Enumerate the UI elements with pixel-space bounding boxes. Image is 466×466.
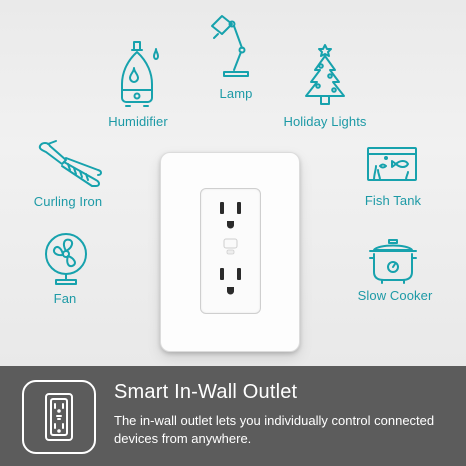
device-label-fan: Fan [53, 291, 77, 306]
fan-icon [42, 232, 90, 286]
outlet-sockets [220, 202, 241, 295]
socket-top-ground [227, 221, 234, 229]
device-label-holiday-lights: Holiday Lights [283, 114, 367, 129]
socket-top-left-slot [220, 202, 224, 214]
control-button [223, 238, 238, 249]
device-label-slow-cooker: Slow Cooker [357, 288, 433, 303]
christmas-tree-icon [302, 44, 348, 106]
banner-description: The in-wall outlet lets you individually… [114, 413, 435, 446]
lamp-icon [208, 14, 258, 78]
curling-iron-icon [36, 140, 106, 190]
outlet-icon [22, 380, 96, 454]
fish-tank-icon [366, 146, 418, 184]
socket-bottom-left-slot [220, 268, 224, 280]
device-label-humidifier: Humidifier [108, 114, 168, 129]
socket-bottom-right-slot [237, 268, 241, 280]
socket-bottom-ground [227, 287, 234, 295]
device-label-lamp: Lamp [219, 86, 253, 101]
led-indicator [226, 249, 235, 255]
device-label-curling-iron: Curling Iron [33, 194, 103, 209]
device-label-fish-tank: Fish Tank [364, 193, 422, 208]
humidifier-icon [116, 40, 162, 108]
banner-title: Smart In-Wall Outlet [114, 381, 298, 403]
slow-cooker-icon [366, 234, 420, 284]
socket-top-right-slot [237, 202, 241, 214]
